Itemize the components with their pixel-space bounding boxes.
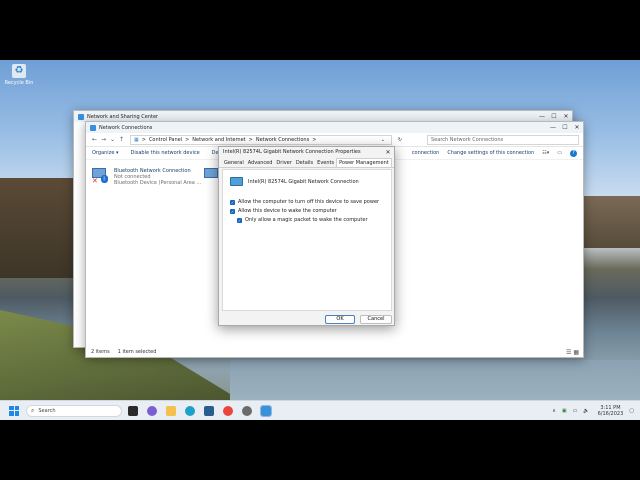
checkbox-label: Only allow a magic packet to wake the co… xyxy=(245,217,368,223)
details-view-icon[interactable]: ☰ ▦ xyxy=(566,349,579,356)
breadcrumb-item-network-connections[interactable]: Network Connections xyxy=(256,137,309,143)
system-tray: ∧ ▣ ▭ 🔈 3:11 PM 6/16/2023 ▢ xyxy=(546,405,634,417)
desktop-icon-label: Recycle Bin xyxy=(4,80,34,86)
power-management-panel: Intel(R) 82574L Gigabit Network Connecti… xyxy=(222,169,392,311)
maximize-button[interactable]: ☐ xyxy=(559,124,571,131)
checkbox-label: Allow the computer to turn off this devi… xyxy=(238,199,380,205)
volume-icon[interactable]: 🔈 xyxy=(583,408,589,414)
close-button[interactable]: ✕ xyxy=(571,124,583,131)
chevron-up-icon[interactable]: ∧ xyxy=(552,408,556,414)
item-count: 2 items xyxy=(91,349,110,355)
back-arrow-icon[interactable]: ← xyxy=(90,136,99,143)
connection-device: Bluetooth Device (Personal Area ... xyxy=(114,180,202,186)
taskbar-apps xyxy=(128,404,280,417)
tab-power-management[interactable]: Power Management xyxy=(336,158,392,167)
store-icon[interactable] xyxy=(204,405,214,416)
breadcrumb-sep: > xyxy=(185,136,190,143)
window-title: Network and Sharing Center xyxy=(87,113,159,120)
file-explorer-icon[interactable] xyxy=(166,405,176,416)
checkbox-allow-turn-off[interactable]: ✓ Allow the computer to turn off this de… xyxy=(230,199,391,205)
tab-details[interactable]: Details xyxy=(294,159,315,167)
breadcrumb-item-control-panel[interactable]: Control Panel xyxy=(149,137,182,143)
checkmark-icon: ✓ xyxy=(237,217,242,223)
desktop-icon-recycle-bin[interactable]: ♻ Recycle Bin xyxy=(4,64,34,100)
forward-arrow-icon[interactable]: → xyxy=(99,136,108,143)
taskbar: ⌕ Search ∧ ▣ ▭ 🔈 3:11 PM 6/16/2023 ▢ xyxy=(0,400,640,420)
checkmark-icon: ✓ xyxy=(230,199,235,205)
clock-time: 3:11 PM xyxy=(600,404,621,411)
disable-device-button[interactable]: Disable this network device xyxy=(131,150,200,156)
status-bar: 2 items 1 item selected ☰ ▦ xyxy=(86,347,583,357)
ok-button[interactable]: OK xyxy=(325,315,355,324)
clock-date: 6/16/2023 xyxy=(597,410,624,417)
checkmark-icon: ✓ xyxy=(230,208,235,214)
dialog-title: Intel(R) 82574L Gigabit Network Connecti… xyxy=(223,149,361,155)
edge-icon[interactable] xyxy=(185,405,195,416)
settings-app-icon[interactable] xyxy=(242,405,252,416)
control-panel-icon: ▦ xyxy=(134,136,139,143)
notification-icon[interactable]: ▢ xyxy=(629,408,634,414)
recycle-bin-icon: ♻ xyxy=(12,64,26,78)
control-panel-app-icon[interactable] xyxy=(260,404,272,417)
taskbar-search-label: Search xyxy=(38,407,56,414)
network-adapter-icon xyxy=(230,177,243,186)
window-title: Network Connections xyxy=(99,124,153,131)
titlebar[interactable]: Network Connections — ☐ ✕ xyxy=(86,122,583,133)
address-row: ← → ⌄ ↑ ▦ > Control Panel > Network and Int… xyxy=(86,133,583,147)
network-icon xyxy=(90,124,96,131)
breadcrumb[interactable]: ▦ > Control Panel > Network and Internet… xyxy=(130,134,392,145)
list-item[interactable]: ✕ ᛒ Bluetooth Network Connection Not con… xyxy=(92,168,201,186)
chevron-down-icon[interactable]: ⌄ xyxy=(108,136,117,143)
task-view-icon[interactable] xyxy=(128,405,138,416)
chat-icon[interactable] xyxy=(147,405,157,416)
search-icon: ⌕ xyxy=(31,406,35,414)
taskbar-search[interactable]: ⌕ Search xyxy=(26,404,122,417)
help-icon[interactable]: ? xyxy=(570,149,577,157)
selection-count: 1 item selected xyxy=(117,349,157,355)
tray-app-icon[interactable]: ▣ xyxy=(562,408,567,414)
tab-driver[interactable]: Driver xyxy=(274,159,293,167)
chevron-down-icon[interactable]: ⌄ xyxy=(381,137,385,143)
minimize-button[interactable]: — xyxy=(547,124,559,131)
wallpaper-trees-right xyxy=(583,196,640,248)
chrome-icon[interactable] xyxy=(223,405,233,416)
network-tray-icon[interactable]: ▭ xyxy=(573,408,578,414)
preview-pane-icon[interactable]: ▭ xyxy=(557,150,562,156)
close-button[interactable]: ✕ xyxy=(382,149,394,156)
tab-general[interactable]: General xyxy=(222,159,246,167)
tab-advanced[interactable]: Advanced xyxy=(246,159,275,167)
tab-events[interactable]: Events xyxy=(315,159,336,167)
start-button[interactable] xyxy=(9,405,19,416)
up-arrow-icon[interactable]: ↑ xyxy=(117,136,126,143)
wallpaper-water xyxy=(230,360,640,405)
bluetooth-network-icon: ✕ ᛒ xyxy=(92,168,110,185)
breadcrumb-item-network-internet[interactable]: Network and Internet xyxy=(192,137,245,143)
maximize-button[interactable]: ☐ xyxy=(548,113,560,120)
view-options-icon[interactable]: ☷▾ xyxy=(542,150,549,156)
breadcrumb-sep: > xyxy=(141,136,146,143)
checkbox-label: Allow this device to wake the computer xyxy=(238,208,337,214)
close-button[interactable]: ✕ xyxy=(560,113,572,120)
cancel-button[interactable]: Cancel xyxy=(360,315,392,324)
search-placeholder: Search Network Connections xyxy=(431,136,504,143)
organize-button[interactable]: Organize ▾ xyxy=(92,150,119,156)
tab-strip: General Advanced Driver Details Events P… xyxy=(219,158,394,168)
dialog-titlebar[interactable]: Intel(R) 82574L Gigabit Network Connecti… xyxy=(219,147,394,157)
checkbox-magic-packet[interactable]: ✓ Only allow a magic packet to wake the … xyxy=(237,217,391,223)
clock[interactable]: 3:11 PM 6/16/2023 xyxy=(598,405,624,417)
checkbox-allow-wake[interactable]: ✓ Allow this device to wake the computer xyxy=(230,208,391,214)
refresh-icon[interactable]: ↻ xyxy=(395,137,405,143)
breadcrumb-sep: > xyxy=(312,136,317,143)
change-settings-button[interactable]: Change settings of this connection xyxy=(447,150,534,156)
wallpaper-trees-left xyxy=(0,178,80,278)
breadcrumb-sep: > xyxy=(248,136,253,143)
device-name: Intel(R) 82574L Gigabit Network Connecti… xyxy=(248,178,359,185)
network-icon xyxy=(78,113,84,120)
rename-connection-button[interactable]: connection xyxy=(412,150,440,156)
search-input[interactable]: Search Network Connections xyxy=(427,134,579,145)
ethernet-network-icon[interactable] xyxy=(204,168,218,178)
properties-dialog[interactable]: Intel(R) 82574L Gigabit Network Connecti… xyxy=(218,146,395,326)
minimize-button[interactable]: — xyxy=(536,113,548,120)
